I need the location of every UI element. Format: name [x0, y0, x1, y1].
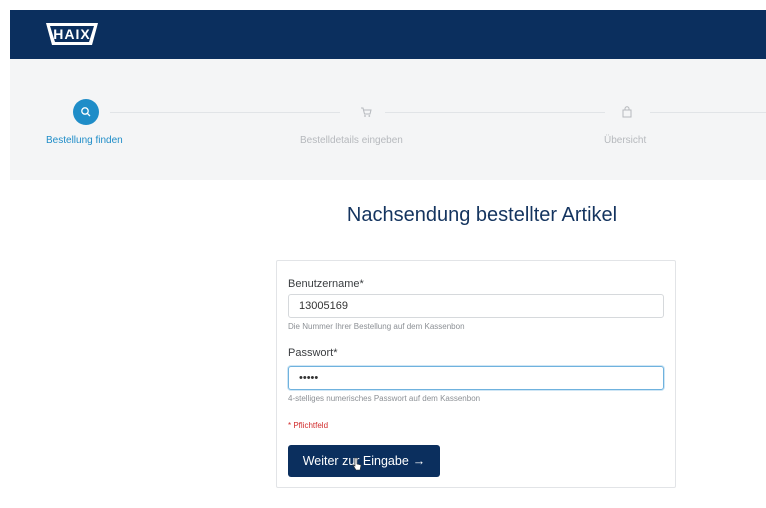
step-2-indicator: [353, 99, 379, 125]
username-label: Benutzername*: [288, 278, 364, 290]
step-1-indicator[interactable]: [73, 99, 99, 125]
mouse-cursor-icon: [352, 457, 362, 471]
search-icon: [81, 107, 91, 117]
cart-icon: [361, 107, 372, 117]
logo-text: HAIX: [53, 26, 90, 42]
step-3-indicator: [614, 99, 640, 125]
haix-logo[interactable]: HAIX: [42, 19, 102, 49]
page-title: Nachsendung bestellter Artikel: [346, 204, 618, 226]
username-input[interactable]: [288, 294, 664, 318]
checkout-stepper: Bestellung finden Bestelldetails eingebe…: [10, 59, 766, 180]
username-hint: Die Nummer Ihrer Bestellung auf dem Kass…: [288, 322, 465, 331]
password-label: Passwort*: [288, 347, 338, 359]
step-connector: [650, 112, 766, 113]
step-connector: [110, 112, 340, 113]
step-connector: [385, 112, 605, 113]
step-2-label: Bestelldetails eingeben: [300, 135, 403, 146]
continue-button[interactable]: Weiter zur Eingabe →: [288, 445, 440, 477]
step-3-label: Übersicht: [604, 135, 647, 146]
bag-icon: [622, 106, 632, 118]
top-header: HAIX: [10, 10, 766, 59]
login-form-card: Benutzername* Die Nummer Ihrer Bestellun…: [276, 260, 676, 488]
arrow-right-icon: →: [412, 454, 426, 468]
password-hint: 4-stelliges numerisches Passwort auf dem…: [288, 394, 481, 403]
required-note: * Pflichtfeld: [288, 421, 329, 430]
password-input[interactable]: [288, 366, 664, 390]
step-1-label[interactable]: Bestellung finden: [46, 135, 123, 146]
page: HAIX Bestellung finden Bestelldetails ei…: [10, 10, 766, 508]
